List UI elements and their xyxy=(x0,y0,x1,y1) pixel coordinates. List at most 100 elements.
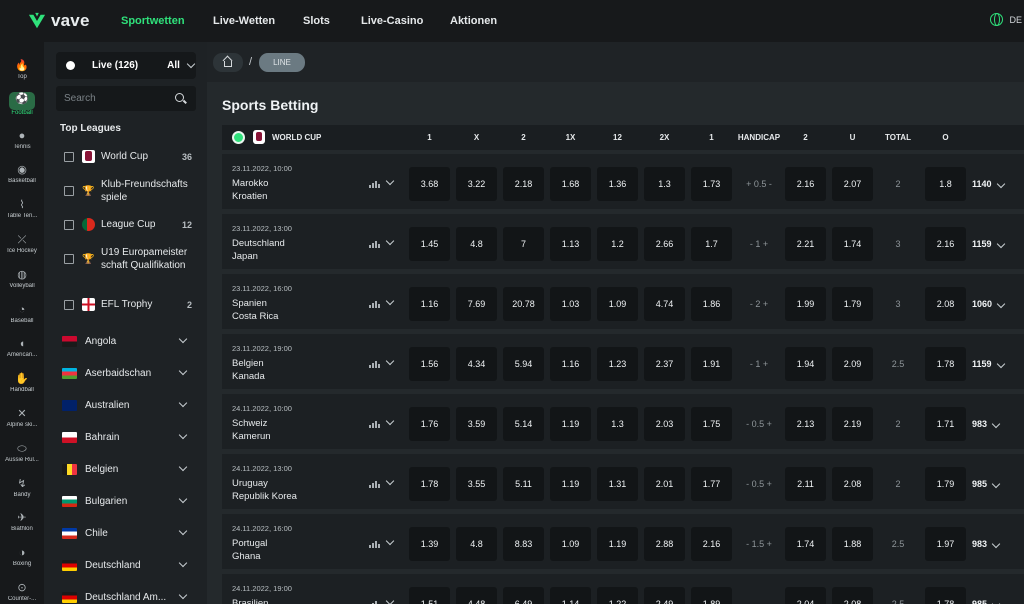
odds-button[interactable]: 2.08 xyxy=(925,287,966,321)
odds-button[interactable]: 7 xyxy=(503,227,544,261)
home-team[interactable]: Deutschland xyxy=(232,238,285,249)
away-team[interactable]: Japan xyxy=(232,251,258,262)
brand-logo[interactable]: vave xyxy=(28,11,120,31)
odds-button[interactable]: 5.11 xyxy=(503,467,544,501)
sport-item[interactable]: 🔥 Top xyxy=(0,56,44,91)
league-checkbox[interactable] xyxy=(64,151,74,162)
league-item-world-cup[interactable]: World Cup 36 xyxy=(64,150,192,163)
stats-icon[interactable] xyxy=(369,540,380,548)
home-team[interactable]: Portugal xyxy=(232,538,267,549)
stats-icon[interactable] xyxy=(369,300,380,308)
breadcrumb-current[interactable]: LINE xyxy=(259,53,305,72)
odds-button[interactable]: 4.8 xyxy=(456,527,497,561)
home-icon[interactable] xyxy=(213,53,243,72)
chevron-down-icon[interactable] xyxy=(178,366,188,376)
odds-button[interactable]: 1.76 xyxy=(409,407,450,441)
more-markets-button[interactable]: 983 xyxy=(972,527,1024,561)
sport-item[interactable]: ◍ Volleyball xyxy=(0,265,44,300)
country-item[interactable]: Chile xyxy=(62,524,190,542)
away-team[interactable]: Republik Korea xyxy=(232,491,297,502)
nav-sportwetten[interactable]: Sportwetten xyxy=(121,15,185,27)
chevron-down-icon[interactable] xyxy=(178,494,188,504)
odds-button[interactable]: 3.59 xyxy=(456,407,497,441)
odds-button[interactable]: 1.19 xyxy=(550,467,591,501)
sport-item[interactable]: ⤫ Ice Hockey xyxy=(0,230,44,265)
away-team[interactable]: Kroatien xyxy=(232,191,267,202)
chevron-down-icon[interactable] xyxy=(178,558,188,568)
more-markets-button[interactable]: 985 xyxy=(972,587,1024,604)
league-checkbox[interactable] xyxy=(64,219,74,230)
odds-button[interactable]: 1.36 xyxy=(597,167,638,201)
sport-item[interactable]: ◉ Basketball xyxy=(0,160,44,195)
odds-button[interactable]: 4.48 xyxy=(456,587,497,604)
home-team[interactable]: Uruguay xyxy=(232,478,268,489)
chevron-down-icon[interactable] xyxy=(385,236,395,246)
odds-button[interactable]: 3.22 xyxy=(456,167,497,201)
odds-button[interactable]: 2.18 xyxy=(503,167,544,201)
nav-slots[interactable]: Slots xyxy=(303,15,330,27)
league-checkbox[interactable] xyxy=(64,254,74,264)
country-item[interactable]: Angola xyxy=(62,332,190,350)
odds-button[interactable]: 1.91 xyxy=(691,347,732,381)
nav-live-casino[interactable]: Live-Casino xyxy=(361,15,423,27)
odds-button[interactable]: 2.04 xyxy=(785,587,826,604)
stats-icon[interactable] xyxy=(369,600,380,604)
odds-button[interactable]: 1.23 xyxy=(597,347,638,381)
away-team[interactable]: Kamerun xyxy=(232,431,271,442)
odds-button[interactable]: 2.16 xyxy=(691,527,732,561)
league-item-efl-trophy[interactable]: EFL Trophy 2 xyxy=(64,298,192,311)
country-item[interactable]: Belgien xyxy=(62,460,190,478)
sport-item[interactable]: ◑ Boxing xyxy=(0,543,44,578)
odds-button[interactable]: 1.22 xyxy=(597,587,638,604)
more-markets-button[interactable]: 1140 xyxy=(972,167,1024,201)
odds-button[interactable]: 3.55 xyxy=(456,467,497,501)
more-markets-button[interactable]: 1159 xyxy=(972,227,1024,261)
odds-button[interactable]: 1.13 xyxy=(550,227,591,261)
more-markets-button[interactable]: 1060 xyxy=(972,287,1024,321)
odds-button[interactable]: 1.2 xyxy=(597,227,638,261)
odds-button[interactable]: 1.56 xyxy=(409,347,450,381)
chevron-down-icon[interactable] xyxy=(385,356,395,366)
country-item[interactable]: Bahrain xyxy=(62,428,190,446)
sport-item[interactable]: ✋ Handball xyxy=(0,369,44,404)
odds-button[interactable]: 4.8 xyxy=(456,227,497,261)
home-team[interactable]: Belgien xyxy=(232,358,264,369)
odds-button[interactable]: 2.09 xyxy=(832,347,873,381)
stats-icon[interactable] xyxy=(369,360,380,368)
odds-button[interactable]: 1.8 xyxy=(925,167,966,201)
away-team[interactable]: Ghana xyxy=(232,551,261,562)
sport-item[interactable]: ◖ American... xyxy=(0,334,44,369)
sport-item[interactable]: ⬭ Aussie Rul... xyxy=(0,439,44,474)
chevron-down-icon[interactable] xyxy=(385,416,395,426)
odds-button[interactable]: 1.99 xyxy=(785,287,826,321)
odds-button[interactable]: 2.13 xyxy=(785,407,826,441)
chevron-down-icon[interactable] xyxy=(385,536,395,546)
country-item[interactable]: Australien xyxy=(62,396,190,414)
odds-button[interactable]: 1.77 xyxy=(691,467,732,501)
country-item[interactable]: Deutschland Am... xyxy=(62,588,190,604)
chevron-down-icon[interactable] xyxy=(178,398,188,408)
away-team[interactable]: Costa Rica xyxy=(232,311,278,322)
odds-button[interactable]: 1.09 xyxy=(550,527,591,561)
home-team[interactable]: Spanien xyxy=(232,298,267,309)
odds-button[interactable]: 5.14 xyxy=(503,407,544,441)
odds-button[interactable]: 1.19 xyxy=(597,527,638,561)
odds-button[interactable]: 1.94 xyxy=(785,347,826,381)
more-markets-button[interactable]: 985 xyxy=(972,467,1024,501)
odds-button[interactable]: 2.37 xyxy=(644,347,685,381)
home-team[interactable]: Marokko xyxy=(232,178,268,189)
league-checkbox[interactable] xyxy=(64,299,74,310)
odds-button[interactable]: 1.88 xyxy=(832,527,873,561)
stats-icon[interactable] xyxy=(369,180,380,188)
nav-live-wetten[interactable]: Live-Wetten xyxy=(213,15,275,27)
odds-button[interactable]: 2.07 xyxy=(832,167,873,201)
chevron-down-icon[interactable] xyxy=(178,462,188,472)
odds-button[interactable]: 1.51 xyxy=(409,587,450,604)
odds-button[interactable]: 2.16 xyxy=(925,227,966,261)
stats-icon[interactable] xyxy=(369,420,380,428)
odds-button[interactable]: 1.79 xyxy=(925,467,966,501)
odds-button[interactable]: 1.68 xyxy=(550,167,591,201)
odds-button[interactable]: 1.73 xyxy=(691,167,732,201)
odds-button[interactable]: 4.34 xyxy=(456,347,497,381)
odds-button[interactable]: 1.3 xyxy=(597,407,638,441)
